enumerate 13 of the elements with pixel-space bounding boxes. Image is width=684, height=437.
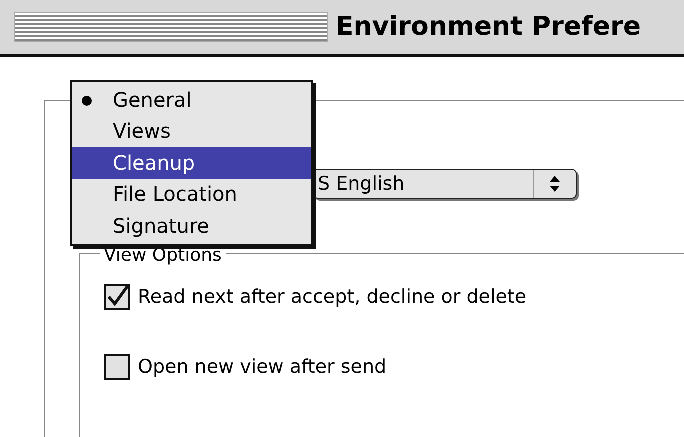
checkbox[interactable] <box>104 284 130 310</box>
checkbox-label: Read next after accept, decline or delete <box>138 286 527 308</box>
checkbox[interactable] <box>104 354 130 380</box>
menu-item[interactable]: Signature <box>72 210 311 242</box>
up-down-arrows-icon <box>549 175 561 193</box>
window-title: Environment Prefere <box>336 12 641 42</box>
menu-item[interactable]: File Location <box>72 178 311 210</box>
menu-item[interactable]: Cleanup <box>72 147 311 178</box>
title-bar-stripes[interactable] <box>14 12 328 42</box>
menu-item[interactable]: General <box>72 84 311 116</box>
language-popup[interactable]: S English <box>313 169 577 199</box>
menu-item[interactable]: Views <box>72 116 311 147</box>
checkbox-label: Open new view after send <box>138 356 387 378</box>
